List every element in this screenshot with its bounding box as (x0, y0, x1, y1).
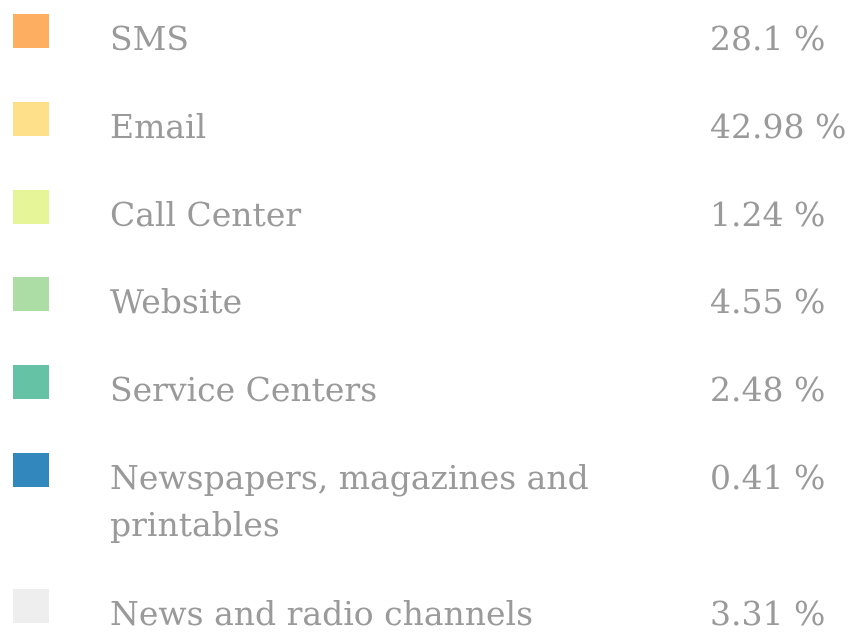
legend-label: Website (110, 282, 243, 321)
legend-value: 1.24 % (710, 195, 826, 234)
legend-value: 2.48 % (710, 370, 826, 409)
legend-value: 4.55 % (710, 282, 826, 321)
legend-value: 0.41 % (710, 458, 826, 497)
legend-swatch (13, 277, 49, 311)
legend-value: 28.1 % (710, 19, 826, 58)
legend-swatch (13, 190, 49, 224)
legend-swatch (13, 453, 49, 487)
legend-label: Email (110, 107, 207, 146)
legend-swatch (13, 365, 49, 399)
legend-value: 42.98 % (710, 107, 847, 146)
legend-label: SMS (110, 19, 190, 58)
legend-label: Call Center (110, 195, 302, 234)
legend-label: Service Centers (110, 370, 378, 409)
legend-swatch (13, 102, 49, 136)
legend-value: 3.31 % (710, 594, 826, 633)
legend-swatch (13, 589, 49, 623)
legend-swatch (13, 14, 49, 48)
legend-label: Newspapers, magazines and printables (110, 458, 589, 544)
chart-legend: SMS 28.1 % Email 42.98 % Call Center 1.24 % We… (0, 0, 848, 633)
legend-label: News and radio channels (110, 594, 534, 633)
